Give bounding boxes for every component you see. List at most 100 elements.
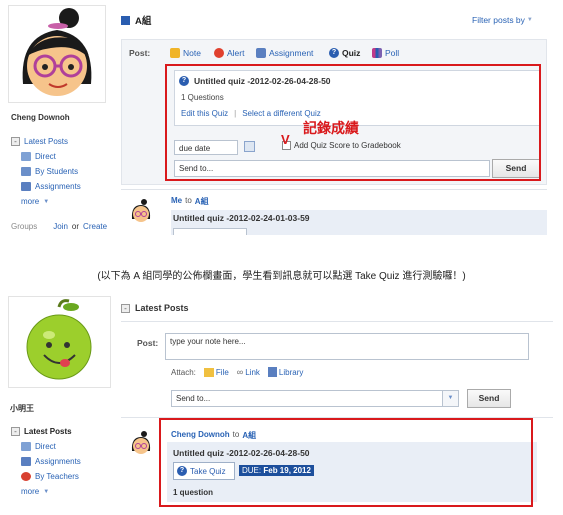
sidebar-item-by-students[interactable]: By Students — [21, 167, 78, 176]
feed-to: to — [185, 196, 192, 205]
header-divider — [121, 321, 553, 322]
sidebar-item-label: Direct — [35, 442, 56, 451]
feed-group[interactable]: A組 — [195, 196, 209, 207]
library-icon — [267, 367, 277, 377]
annotation-box — [159, 418, 533, 507]
note-input[interactable]: type your note here... — [165, 333, 529, 360]
create-group-link[interactable]: Create — [83, 222, 107, 231]
attach-link-label: Link — [245, 367, 260, 377]
sidebar-item-label: By Students — [35, 167, 79, 176]
sidebar-latest-posts[interactable]: - Latest Posts — [11, 137, 68, 146]
filter-posts-dropdown[interactable]: Filter posts by ▼ — [472, 15, 533, 25]
attach-file-label: File — [215, 367, 229, 377]
sidebar-item-assignments[interactable]: Assignments — [21, 457, 81, 466]
sidebar-latest-posts-label: Latest Posts — [24, 427, 72, 436]
latest-posts-title: Latest Posts — [135, 303, 189, 313]
post-type-alert[interactable]: Alert — [214, 48, 244, 58]
post-type-quiz[interactable]: ? Quiz — [329, 48, 360, 58]
sidebar-item-assignments[interactable]: Assignments — [21, 182, 81, 191]
alert-icon — [214, 48, 224, 58]
post-type-assignment[interactable]: Assignment — [256, 48, 313, 58]
note-icon — [170, 48, 180, 58]
sidebar-more[interactable]: more ▼ — [21, 197, 49, 206]
post-type-note[interactable]: Note — [170, 48, 201, 58]
collapse-icon[interactable]: - — [121, 303, 130, 313]
send-to-field[interactable]: Send to... — [171, 390, 443, 407]
student-name: 小明王 — [10, 404, 34, 413]
attach-library-label: Library — [278, 367, 304, 377]
post-type-label: Note — [183, 48, 201, 58]
or-label: or — [71, 222, 80, 231]
sidebar-latest-posts-label: Latest Posts — [24, 137, 69, 146]
annotation-check: V — [281, 132, 290, 147]
link-icon: ∞ — [236, 367, 244, 377]
chevron-down-icon: ▼ — [447, 395, 454, 401]
post-type-label: Quiz — [342, 48, 361, 58]
attach-row: Attach: File ∞ Link Library — [171, 367, 303, 377]
student-avatar[interactable] — [8, 296, 111, 388]
feed-quiz-title: Untitled quiz -2012-02-24-01-03-59 — [173, 213, 310, 223]
post-type-label: Poll — [385, 48, 400, 58]
students-icon — [21, 167, 31, 176]
attach-link[interactable]: ∞ Link — [237, 367, 260, 377]
post-type-label: Alert — [227, 48, 245, 58]
sidebar-item-by-teachers[interactable]: By Teachers — [21, 472, 79, 481]
caption: (以下為 A 組同學的公佈欄畫面，學生看到訊息就可以點選 Take Quiz 進… — [97, 271, 466, 282]
feed-avatar[interactable] — [129, 199, 153, 223]
assignment-icon — [21, 457, 31, 466]
post-label: Post: — [137, 338, 159, 348]
envelope-icon — [21, 152, 31, 161]
teacher-name: Cheng Downoh — [11, 113, 70, 122]
annotation-label: 記錄成績 — [303, 120, 359, 136]
assignment-icon — [21, 182, 31, 191]
poll-icon — [372, 48, 382, 58]
envelope-icon — [21, 442, 31, 451]
expand-icon: - — [11, 137, 20, 146]
sidebar-item-label: Direct — [35, 152, 56, 161]
sidebar-item-label: Assignments — [35, 457, 81, 466]
apple-avatar-icon — [26, 299, 92, 380]
post-label: Post: — [129, 48, 151, 58]
group-header: A組 — [121, 13, 151, 27]
sidebar-item-label: By Teachers — [35, 472, 79, 481]
sidebar-more-label: more — [21, 487, 40, 496]
teacher-small-avatar-icon — [131, 431, 151, 454]
chevron-down-icon: ▼ — [526, 17, 533, 23]
post-type-poll[interactable]: Poll — [372, 48, 399, 58]
apple-icon — [21, 472, 31, 481]
join-group-link[interactable]: Join — [53, 222, 68, 231]
teacher-small-avatar-icon — [131, 199, 151, 222]
feed-divider — [121, 189, 547, 190]
post-type-label: Assignment — [269, 48, 314, 58]
bottom-screenshot: 小明王 - Latest Posts Direct Assignments By… — [5, 291, 553, 515]
attach-file[interactable]: File — [203, 367, 229, 377]
sidebar-latest-posts[interactable]: - Latest Posts — [11, 427, 72, 436]
groups-row: Groups Join or Create — [11, 222, 107, 231]
attach-library[interactable]: Library — [267, 367, 304, 377]
groups-label: Groups — [11, 222, 38, 231]
sidebar-more-label: more — [21, 197, 40, 206]
sidebar-item-label: Assignments — [35, 182, 81, 191]
filter-label: Filter posts by — [472, 15, 525, 25]
send-to-dropdown[interactable]: ▼ — [443, 390, 459, 407]
group-title: A組 — [135, 16, 152, 27]
feed-sender[interactable]: Me — [171, 196, 182, 207]
feed-item-body: Untitled quiz -2012-02-24-01-03-59 — [171, 210, 547, 235]
sidebar-item-direct[interactable]: Direct — [21, 152, 56, 161]
chevron-down-icon: ▼ — [43, 488, 50, 495]
teacher-avatar[interactable] — [8, 5, 106, 103]
attach-label: Attach: — [171, 367, 196, 377]
assignment-icon — [256, 48, 266, 58]
latest-posts-header: - Latest Posts — [121, 303, 189, 313]
teacher-avatar-icon — [22, 8, 92, 96]
group-icon — [121, 15, 130, 25]
sidebar-item-direct[interactable]: Direct — [21, 442, 56, 451]
feed-sender-row: Me to A組 — [171, 196, 209, 207]
chevron-down-icon: ▼ — [43, 198, 50, 205]
expand-icon: - — [11, 427, 20, 436]
feed-avatar[interactable] — [129, 431, 153, 455]
feed-quiz-card[interactable] — [173, 228, 247, 235]
file-icon — [203, 367, 214, 377]
send-button[interactable]: Send — [467, 389, 511, 408]
sidebar-more[interactable]: more ▼ — [21, 487, 49, 496]
